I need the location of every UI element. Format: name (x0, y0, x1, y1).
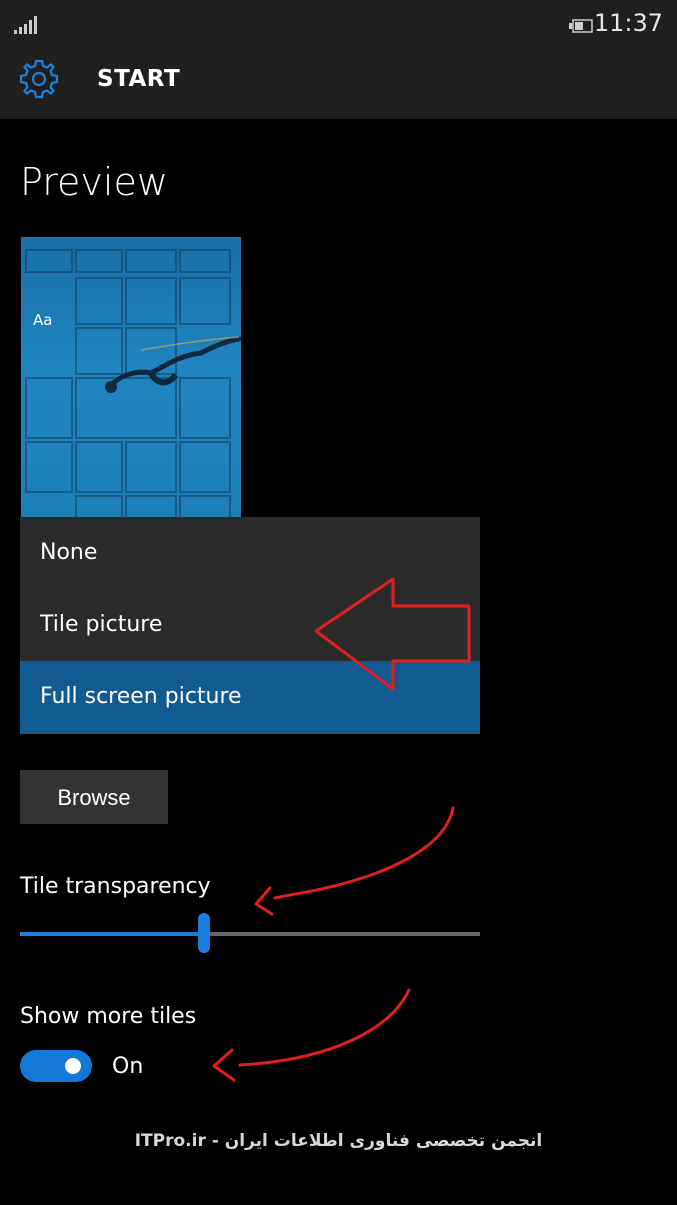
dropdown-option-none[interactable]: None (20, 517, 480, 589)
preview-tile (179, 249, 231, 273)
toggle-knob (65, 1058, 81, 1074)
gear-icon (19, 59, 59, 99)
preview-tile (75, 441, 123, 493)
preview-tile (125, 277, 177, 325)
toggle-state-label: On (112, 1054, 144, 1079)
slider-thumb[interactable] (198, 913, 210, 953)
app-header: START (0, 46, 677, 119)
preview-tile (125, 495, 177, 517)
preview-tile (25, 249, 73, 273)
preview-tile (179, 277, 231, 325)
start-preview-thumbnail: Aa (21, 237, 241, 517)
preview-tile (179, 441, 231, 493)
tile-transparency-slider[interactable] (20, 913, 480, 953)
preview-tile (75, 249, 123, 273)
annotation-curve-toggle (238, 988, 411, 1067)
show-more-tiles-toggle[interactable] (20, 1050, 92, 1082)
signal-icon (14, 16, 37, 34)
battery-icon (569, 19, 593, 33)
show-more-tiles-label: Show more tiles (20, 1004, 197, 1029)
preview-tile (25, 441, 73, 493)
preview-tile (125, 249, 177, 273)
annotation-arrowhead-toggle (212, 1048, 236, 1082)
watermark-text: ITPro.ir - انجمن تخصصی فناوری اطلاعات ای… (134, 1131, 543, 1151)
status-clock: 11:37 (593, 9, 663, 37)
swimmer-image (105, 336, 241, 393)
preview-tile (179, 495, 231, 517)
preview-tile (75, 495, 123, 517)
page-title: Preview (20, 160, 168, 204)
preview-sample-text: Aa (33, 311, 53, 329)
status-bar: 11:37 (0, 0, 677, 46)
background-dropdown[interactable]: None Tile picture Full screen picture (20, 517, 480, 734)
dropdown-option-tile-picture[interactable]: Tile picture (20, 589, 480, 661)
tile-transparency-label: Tile transparency (20, 874, 211, 899)
annotation-arrowhead-slider (254, 886, 274, 916)
annotation-curve-slider (273, 806, 455, 900)
header-title: START (97, 66, 181, 92)
preview-tile (125, 441, 177, 493)
preview-tile (25, 377, 73, 439)
slider-fill (20, 932, 204, 936)
browse-button[interactable]: Browse (20, 770, 168, 824)
dropdown-option-full-screen-picture[interactable]: Full screen picture (20, 661, 480, 734)
preview-tile (75, 277, 123, 325)
